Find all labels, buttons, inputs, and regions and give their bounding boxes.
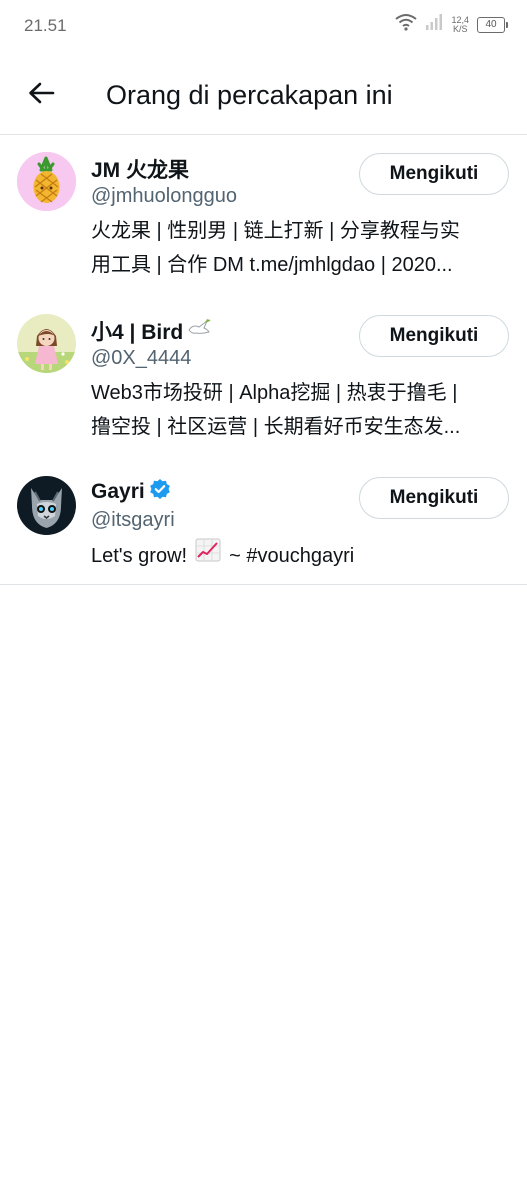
user-row[interactable]: 小4 | Bird @0X_4444 Mengikuti Web3市场投研 | … <box>0 297 527 459</box>
bio-line: 撸空投 | 社区运营 | 长期看好币安生态发... <box>91 416 461 438</box>
avatar[interactable] <box>17 314 76 373</box>
avatar[interactable] <box>17 152 76 211</box>
user-bio: Let's grow! ~ #vouchgayri <box>91 538 501 573</box>
back-button[interactable] <box>22 76 60 114</box>
user-name-text: Gayri <box>91 480 145 503</box>
status-bar: 21.51 12,4 K/S 40 <box>0 0 527 54</box>
verified-badge-icon <box>149 478 171 506</box>
bio-suffix: ~ #vouchgayri <box>229 544 355 567</box>
user-name[interactable]: JM 火龙果 <box>91 154 189 184</box>
user-row[interactable]: JM 火龙果 @jmhuolongguo Mengikuti 火龙果 | 性别男… <box>0 135 527 297</box>
user-bio: Web3市场投研 | Alpha挖掘 | 热衷于撸毛 | 撸空投 | 社区运营 … <box>91 376 501 444</box>
signal-icon <box>425 13 443 36</box>
user-name-text: JM 火龙果 <box>91 159 190 182</box>
following-button[interactable]: Mengikuti <box>359 477 509 519</box>
page-header: Orang di percakapan ini <box>0 54 527 135</box>
following-button[interactable]: Mengikuti <box>359 153 509 195</box>
bio-line: Let's grow! ~ #vouchgayri <box>91 538 501 573</box>
bio-line: Web3市场投研 | Alpha挖掘 | 热衷于撸毛 | <box>91 382 458 404</box>
user-bio: 火龙果 | 性别男 | 链上打新 | 分享教程与实 用工具 | 合作 DM t.… <box>91 214 501 282</box>
user-name-text: 小4 | Bird <box>91 321 184 344</box>
chart-increasing-icon <box>195 538 221 573</box>
user-name[interactable]: Gayri <box>91 478 171 506</box>
speed-unit: K/S <box>452 23 468 34</box>
user-handle: @0X_4444 <box>91 347 192 369</box>
dove-icon <box>187 318 211 344</box>
bio-line: 火龙果 | 性别男 | 链上打新 | 分享教程与实 <box>91 220 460 242</box>
user-row[interactable]: Gayri @itsgayri Mengikuti Let's grow! ~ … <box>0 459 527 584</box>
arrow-left-icon <box>27 81 55 110</box>
network-speed: 12,4 K/S <box>451 15 469 34</box>
wifi-icon <box>395 13 418 36</box>
battery-icon: 40 <box>477 16 508 33</box>
avatar[interactable] <box>17 476 76 535</box>
robot-cat-icon <box>17 476 76 535</box>
following-button[interactable]: Mengikuti <box>359 315 509 357</box>
list-divider <box>0 584 527 585</box>
pineapple-icon <box>17 152 76 211</box>
status-icons: 12,4 K/S 40 <box>395 13 508 36</box>
status-time: 21.51 <box>24 16 67 35</box>
user-name[interactable]: 小4 | Bird <box>91 316 211 346</box>
user-handle: @jmhuolongguo <box>91 185 237 207</box>
page-title: Orang di percakapan ini <box>106 80 393 110</box>
user-handle: @itsgayri <box>91 509 175 531</box>
girl-icon <box>17 314 76 373</box>
bio-text: Let's grow! <box>91 544 188 567</box>
bio-line: 用工具 | 合作 DM t.me/jmhlgdao | 2020... <box>91 254 453 276</box>
